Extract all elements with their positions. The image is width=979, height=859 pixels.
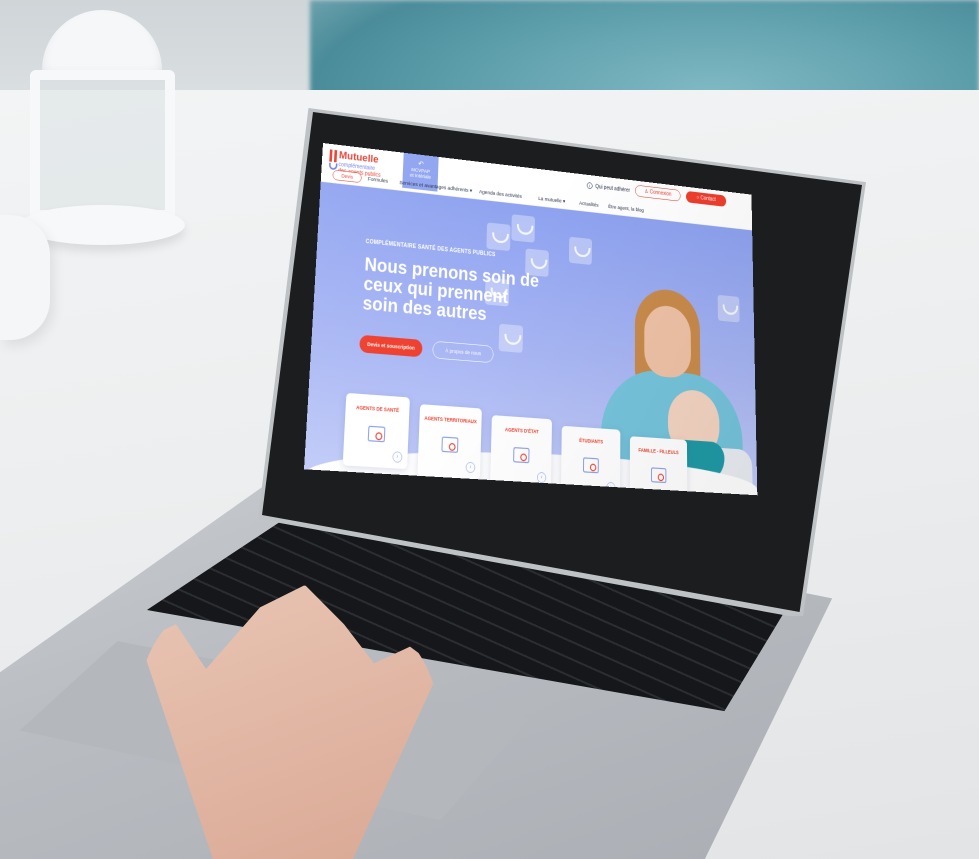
card-agents-territoriaux[interactable]: Agents territoriaux ›: [417, 404, 482, 480]
hero-title: Nous prenons soin de ceux qui prennent s…: [362, 253, 540, 325]
vase: [0, 215, 50, 340]
smiley-tile: [498, 323, 524, 353]
card-label: Agents de santé: [356, 404, 400, 414]
photo-scene: Mutuelle complémentaire des agents publi…: [0, 0, 979, 859]
qui-peut-adherer-link[interactable]: i Qui peut adhérer: [586, 182, 631, 194]
nav-agenda[interactable]: Agenda des activités: [479, 189, 522, 200]
lantern-decoration: [10, 0, 195, 250]
devis-button[interactable]: Devis: [332, 169, 362, 184]
smiley-tile: [511, 214, 536, 243]
arrow-right-icon: ›: [465, 461, 476, 474]
info-icon: i: [586, 182, 593, 190]
nav-formules[interactable]: Formules: [368, 176, 389, 184]
connexion-button[interactable]: ♙ Connexion: [635, 184, 681, 202]
lantern-body: [30, 70, 175, 220]
hospital-icon: [367, 425, 386, 443]
qui-label: Qui peut adhérer: [595, 183, 631, 194]
logo-bars-icon: [329, 149, 338, 163]
arrow-right-icon: ›: [536, 472, 547, 484]
face: [644, 303, 692, 380]
smiley-tile: [568, 236, 593, 266]
card-famille-filleuls[interactable]: Famille - filleuls ›: [629, 436, 688, 496]
family-icon: [651, 467, 667, 484]
france-map-icon: [513, 447, 530, 464]
laptop-screen-website: Mutuelle complémentaire des agents publi…: [304, 143, 758, 496]
nav-mutuelle[interactable]: La mutuelle ▾: [538, 196, 565, 205]
contact-label: Contact: [700, 195, 716, 203]
card-label: Agents territoriaux: [424, 415, 477, 425]
card-label: Étudiants: [579, 437, 604, 445]
a-propos-button[interactable]: À propos de nous: [432, 340, 494, 364]
graduation-icon: [582, 457, 599, 474]
arrow-right-icon: ›: [392, 451, 403, 463]
card-label: Famille - filleuls: [638, 447, 679, 456]
contact-button[interactable]: ○ Contact: [685, 190, 727, 207]
connexion-label: Connexion: [649, 189, 672, 198]
building-icon: [441, 436, 459, 453]
nav-actualites[interactable]: Actualités: [579, 200, 598, 208]
card-agents-etat[interactable]: Agents d'état ›: [490, 415, 553, 490]
smiley-tile: [486, 222, 511, 252]
nav-blog[interactable]: Être agent, la blog: [608, 204, 644, 214]
card-agents-sante[interactable]: Agents de santé ›: [342, 392, 410, 470]
card-label: Agents d'état: [504, 426, 539, 435]
smiley-icon: [328, 162, 338, 171]
devis-souscription-button[interactable]: Devis et souscription: [359, 334, 423, 358]
